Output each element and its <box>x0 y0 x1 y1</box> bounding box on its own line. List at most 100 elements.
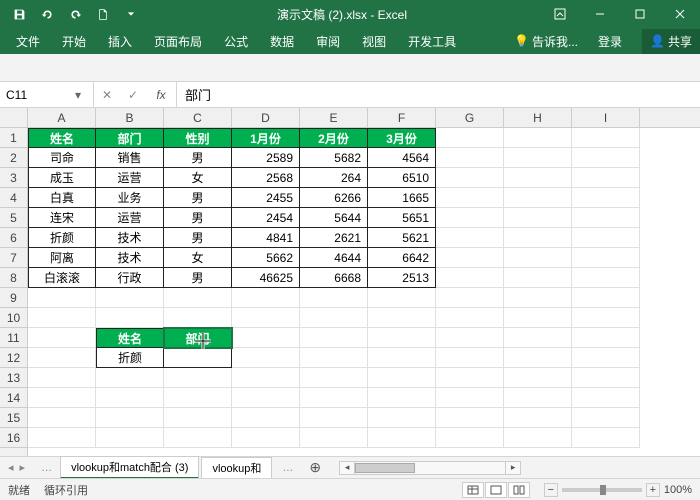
table-row-4-col-1[interactable]: 技术 <box>96 228 164 248</box>
cell-H10[interactable] <box>504 308 572 328</box>
cell-E12[interactable] <box>300 348 368 368</box>
cell-F15[interactable] <box>368 408 436 428</box>
table-row-3-col-2[interactable]: 男 <box>164 208 232 228</box>
table-row-5-col-3[interactable]: 5662 <box>232 248 300 268</box>
cell-E16[interactable] <box>300 428 368 448</box>
cell-H12[interactable] <box>504 348 572 368</box>
cell-H6[interactable] <box>504 228 572 248</box>
cell-B14[interactable] <box>96 388 164 408</box>
table-row-2-col-4[interactable]: 6266 <box>300 188 368 208</box>
cell-H11[interactable] <box>504 328 572 348</box>
cell-H1[interactable] <box>504 128 572 148</box>
view-page-break-button[interactable] <box>508 482 530 498</box>
cell-D16[interactable] <box>232 428 300 448</box>
cell-G13[interactable] <box>436 368 504 388</box>
column-header-F[interactable]: F <box>368 108 436 127</box>
ribbon-options-button[interactable] <box>540 0 580 28</box>
row-header-9[interactable]: 9 <box>0 288 27 308</box>
table-row-1-col-1[interactable]: 运营 <box>96 168 164 188</box>
fx-icon[interactable]: fx <box>146 88 176 102</box>
table-row-0-col-4[interactable]: 5682 <box>300 148 368 168</box>
table-header-3[interactable]: 1月份 <box>232 128 300 148</box>
cell-I6[interactable] <box>572 228 640 248</box>
table-row-5-col-4[interactable]: 4644 <box>300 248 368 268</box>
cell-B16[interactable] <box>96 428 164 448</box>
zoom-in-button[interactable]: + <box>646 483 660 497</box>
cell-H7[interactable] <box>504 248 572 268</box>
cell-H8[interactable] <box>504 268 572 288</box>
table-row-6-col-0[interactable]: 白滚滚 <box>28 268 96 288</box>
cell-I2[interactable] <box>572 148 640 168</box>
cell-G16[interactable] <box>436 428 504 448</box>
share-button[interactable]: 👤共享 <box>642 29 700 54</box>
tab-formulas[interactable]: 公式 <box>222 29 250 54</box>
lookup-header-dept[interactable]: 部门 <box>164 328 232 348</box>
tab-page-layout[interactable]: 页面布局 <box>152 29 204 54</box>
tab-review[interactable]: 审阅 <box>314 29 342 54</box>
zoom-slider[interactable] <box>562 488 642 492</box>
table-row-6-col-2[interactable]: 男 <box>164 268 232 288</box>
sheet-more-left[interactable]: … <box>33 462 60 474</box>
sheet-more-right[interactable]: … <box>274 462 301 474</box>
row-header-7[interactable]: 7 <box>0 248 27 268</box>
row-header-13[interactable]: 13 <box>0 368 27 388</box>
cell-B13[interactable] <box>96 368 164 388</box>
select-all-corner[interactable] <box>0 108 28 128</box>
tab-insert[interactable]: 插入 <box>106 29 134 54</box>
cell-D10[interactable] <box>232 308 300 328</box>
cell-A9[interactable] <box>28 288 96 308</box>
cell-G7[interactable] <box>436 248 504 268</box>
save-button[interactable] <box>6 3 32 25</box>
tab-home[interactable]: 开始 <box>60 29 88 54</box>
row-header-14[interactable]: 14 <box>0 388 27 408</box>
cell-G6[interactable] <box>436 228 504 248</box>
table-row-1-col-3[interactable]: 2568 <box>232 168 300 188</box>
table-row-6-col-1[interactable]: 行政 <box>96 268 164 288</box>
new-sheet-button[interactable]: ⊕ <box>301 459 329 476</box>
tab-data[interactable]: 数据 <box>268 29 296 54</box>
cell-D9[interactable] <box>232 288 300 308</box>
row-header-10[interactable]: 10 <box>0 308 27 328</box>
table-row-4-col-3[interactable]: 4841 <box>232 228 300 248</box>
cell-H16[interactable] <box>504 428 572 448</box>
row-header-11[interactable]: 11 <box>0 328 27 348</box>
row-header-15[interactable]: 15 <box>0 408 27 428</box>
sheet-nav-first[interactable]: ◂ <box>6 461 16 474</box>
row-header-3[interactable]: 3 <box>0 168 27 188</box>
cell-B10[interactable] <box>96 308 164 328</box>
lookup-value-dept[interactable] <box>164 348 232 368</box>
cell-G2[interactable] <box>436 148 504 168</box>
cell-F12[interactable] <box>368 348 436 368</box>
cell-G1[interactable] <box>436 128 504 148</box>
horizontal-scrollbar[interactable]: ◂ ▸ <box>329 461 700 475</box>
cell-E15[interactable] <box>300 408 368 428</box>
table-header-5[interactable]: 3月份 <box>368 128 436 148</box>
row-header-5[interactable]: 5 <box>0 208 27 228</box>
cell-I11[interactable] <box>572 328 640 348</box>
column-header-B[interactable]: B <box>96 108 164 127</box>
cell-A11[interactable] <box>28 328 96 348</box>
cell-C9[interactable] <box>164 288 232 308</box>
cell-A13[interactable] <box>28 368 96 388</box>
name-box-dropdown[interactable]: ▾ <box>70 88 86 102</box>
lookup-value-name[interactable]: 折颜 <box>96 348 164 368</box>
cell-I9[interactable] <box>572 288 640 308</box>
table-row-3-col-5[interactable]: 5651 <box>368 208 436 228</box>
cell-H13[interactable] <box>504 368 572 388</box>
table-row-0-col-2[interactable]: 男 <box>164 148 232 168</box>
table-header-0[interactable]: 姓名 <box>28 128 96 148</box>
table-row-1-col-2[interactable]: 女 <box>164 168 232 188</box>
cell-D12[interactable] <box>232 348 300 368</box>
cell-C10[interactable] <box>164 308 232 328</box>
cell-I14[interactable] <box>572 388 640 408</box>
cell-G12[interactable] <box>436 348 504 368</box>
cell-D13[interactable] <box>232 368 300 388</box>
cell-I1[interactable] <box>572 128 640 148</box>
tell-me[interactable]: 💡告诉我... <box>514 33 578 50</box>
cell-A10[interactable] <box>28 308 96 328</box>
redo-button[interactable] <box>62 3 88 25</box>
table-row-6-col-3[interactable]: 46625 <box>232 268 300 288</box>
cell-I16[interactable] <box>572 428 640 448</box>
hscroll-left[interactable]: ◂ <box>339 461 355 475</box>
column-header-G[interactable]: G <box>436 108 504 127</box>
